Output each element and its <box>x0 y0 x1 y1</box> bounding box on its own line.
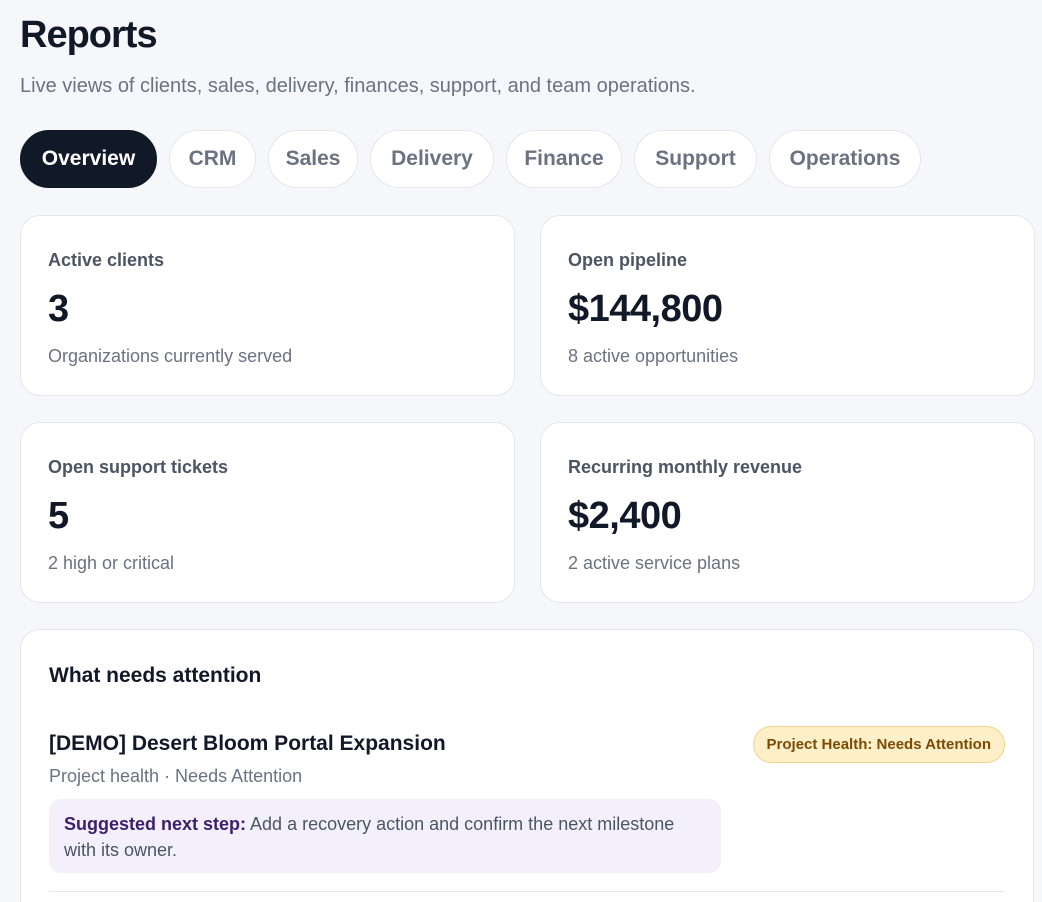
page-subtitle: Live views of clients, sales, delivery, … <box>20 75 696 97</box>
kpi-note: 8 active opportunities <box>568 346 739 366</box>
kpi-note: 2 high or critical <box>48 553 175 573</box>
kpi-card-open-support-tickets: Open support tickets 5 2 high or critica… <box>20 422 515 603</box>
item-divider <box>49 891 1005 892</box>
tab-sales[interactable]: Sales <box>268 130 358 188</box>
kpi-value: 3 <box>48 288 69 330</box>
section-title: What needs attention <box>49 664 262 687</box>
tab-operations[interactable]: Operations <box>769 130 921 188</box>
kpi-note: 2 active service plans <box>568 553 741 573</box>
tab-crm[interactable]: CRM <box>169 130 256 188</box>
next-step-label: Suggested next step: <box>64 814 247 834</box>
report-tabs: Overview CRM Sales Delivery Finance Supp… <box>20 130 933 188</box>
kpi-card-recurring-monthly-revenue: Recurring monthly revenue $2,400 2 activ… <box>540 422 1035 603</box>
tab-support[interactable]: Support <box>634 130 757 188</box>
kpi-value: $144,800 <box>568 288 723 330</box>
kpi-card-active-clients: Active clients 3 Organizations currently… <box>20 215 515 396</box>
attention-item-title[interactable]: [DEMO] Desert Bloom Portal Expansion <box>49 732 446 756</box>
kpi-label: Active clients <box>48 250 165 270</box>
kpi-value: 5 <box>48 495 69 537</box>
attention-item-meta: Project health · Needs Attention <box>49 766 303 786</box>
project-health-badge: Project Health: Needs Attention <box>752 726 1005 763</box>
page-title: Reports <box>20 14 158 56</box>
suggested-next-step: Suggested next step: Add a recovery acti… <box>49 799 721 873</box>
kpi-card-open-pipeline: Open pipeline $144,800 8 active opportun… <box>540 215 1035 396</box>
kpi-label: Recurring monthly revenue <box>568 457 803 477</box>
kpi-note: Organizations currently served <box>48 346 293 366</box>
tab-finance[interactable]: Finance <box>506 130 622 188</box>
kpi-label: Open support tickets <box>48 457 229 477</box>
tab-overview[interactable]: Overview <box>20 130 157 188</box>
kpi-value: $2,400 <box>568 495 682 537</box>
kpi-label: Open pipeline <box>568 250 688 270</box>
tab-delivery[interactable]: Delivery <box>370 130 494 188</box>
attention-panel: What needs attention [DEMO] Desert Bloom… <box>20 629 1034 902</box>
